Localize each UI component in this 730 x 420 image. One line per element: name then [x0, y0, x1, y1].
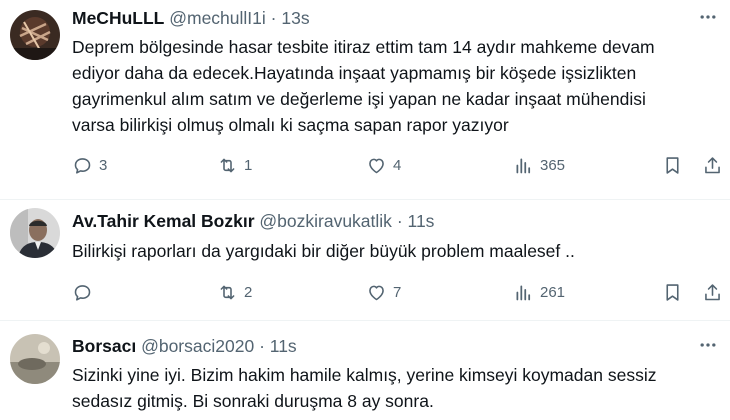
reply-icon: [74, 284, 91, 301]
tweet-1[interactable]: MeCHuLLL @mechullI1i · 13s Deprem bölges…: [0, 0, 730, 199]
views-count: 261: [540, 283, 566, 301]
display-name[interactable]: Borsacı: [72, 336, 136, 356]
retweet-count: 1: [244, 156, 253, 174]
share-button[interactable]: [702, 280, 723, 304]
separator-dot: ·: [270, 8, 277, 28]
bookmark-button[interactable]: [662, 153, 683, 177]
user-handle[interactable]: @mechullI1i: [169, 8, 266, 28]
avatar[interactable]: [10, 208, 60, 258]
share-icon: [705, 283, 720, 300]
display-name[interactable]: MeCHuLLL: [72, 8, 164, 28]
tweet-text-line: Deprem bölgesinde hasar tesbite itiraz e…: [72, 37, 655, 57]
separator-dot: ·: [396, 211, 403, 231]
tweet-2[interactable]: Av.Tahir Kemal Bozkır @bozkiravukatlik ·…: [0, 200, 730, 320]
tweet-header: MeCHuLLL @mechullI1i · 13s: [72, 7, 310, 29]
user-handle[interactable]: @bozkiravukatlik: [259, 211, 392, 231]
reply-button[interactable]: 3: [72, 153, 107, 177]
views-icon: [516, 285, 531, 300]
more-icon: [700, 15, 716, 19]
reply-count: 3: [99, 156, 108, 174]
like-button[interactable]: 4: [366, 153, 401, 177]
tweet-text-line: ediyor daha da edecek.Hayatında inşaat y…: [72, 63, 637, 83]
tweet-text-line: varsa bilirkişi olmuş olmalı ki saçma sa…: [72, 115, 509, 135]
views-icon: [516, 158, 531, 173]
tweet-text-line: Sizinki yine iyi. Bizim hakim hamile kal…: [72, 365, 657, 385]
retweet-button[interactable]: 2: [217, 280, 252, 304]
like-count: 4: [393, 156, 402, 174]
bookmark-icon: [666, 283, 679, 301]
share-button[interactable]: [702, 153, 723, 177]
reply-icon: [74, 157, 91, 174]
action-bar: 3 1 4 365: [72, 153, 722, 177]
tweet-text: Bilirkişi raporları da yargıdaki bir diğ…: [72, 238, 575, 264]
retweet-button[interactable]: 1: [217, 153, 252, 177]
views-button[interactable]: 365: [513, 153, 565, 177]
timestamp[interactable]: 11s: [408, 211, 435, 231]
timestamp[interactable]: 13s: [281, 8, 309, 28]
more-button[interactable]: [696, 5, 720, 29]
tweet-text-line: gayrimenkul alım satım ve değerleme işi …: [72, 89, 646, 109]
like-count: 7: [393, 283, 402, 301]
reply-button[interactable]: [72, 280, 99, 304]
views-button[interactable]: 261: [513, 280, 565, 304]
tweet-text-line: sedasız gitmiş. Bi sonraki duruşma 8 ay …: [72, 391, 434, 411]
separator-dot: ·: [259, 336, 265, 356]
tweet-text: Deprem bölgesinde hasar tesbite itiraz e…: [72, 34, 655, 138]
retweet-icon: [220, 158, 235, 172]
timestamp[interactable]: 11s: [270, 336, 297, 356]
user-handle[interactable]: @borsaci2020: [141, 336, 254, 356]
avatar[interactable]: [10, 334, 60, 384]
tweet-text-line: Bilirkişi raporları da yargıdaki bir diğ…: [72, 241, 575, 261]
action-bar: 2 7 261: [72, 280, 722, 304]
more-button[interactable]: [696, 333, 720, 357]
tweet-text: Sizinki yine iyi. Bizim hakim hamile kal…: [72, 362, 656, 414]
bookmark-button[interactable]: [662, 280, 683, 304]
share-icon: [705, 156, 720, 173]
retweet-count: 2: [244, 283, 253, 301]
bookmark-icon: [666, 156, 679, 174]
tweet-header: Av.Tahir Kemal Bozkır @bozkiravukatlik ·…: [72, 210, 434, 232]
views-count: 365: [540, 156, 566, 174]
tweet-3[interactable]: Borsacı @borsaci2020 · 11s Sizinki yine …: [0, 321, 730, 420]
display-name[interactable]: Av.Tahir Kemal Bozkır: [72, 211, 255, 231]
more-icon: [700, 343, 716, 347]
heart-icon: [369, 285, 384, 300]
heart-icon: [369, 158, 384, 173]
avatar[interactable]: [10, 10, 60, 60]
retweet-icon: [220, 285, 235, 299]
tweet-header: Borsacı @borsaci2020 · 11s: [72, 335, 297, 357]
like-button[interactable]: 7: [366, 280, 401, 304]
